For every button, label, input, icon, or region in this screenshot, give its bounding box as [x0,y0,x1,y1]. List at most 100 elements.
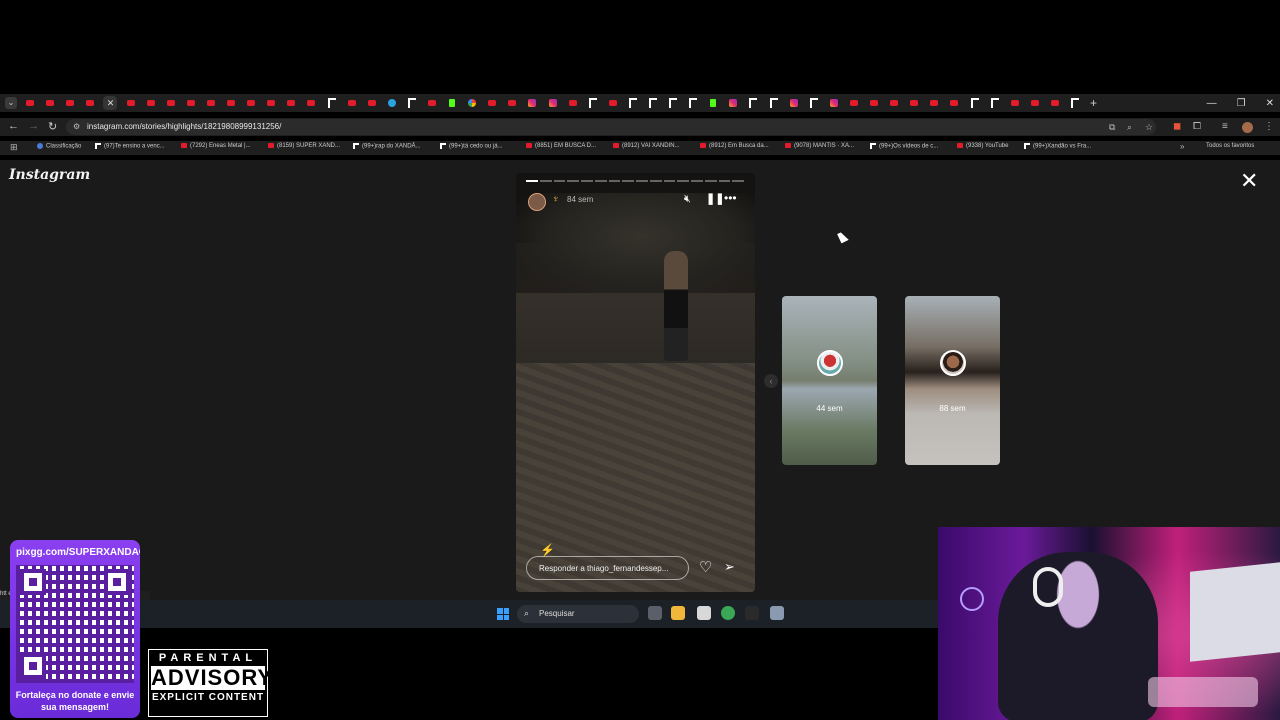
browser-tab[interactable] [43,96,57,110]
browser-tab[interactable] [244,96,258,110]
chrome-app[interactable] [721,606,735,620]
active-tab[interactable]: ✕ [103,96,118,110]
browser-tab[interactable] [425,96,439,110]
browser-tab[interactable] [867,96,881,110]
browser-tab[interactable] [546,96,560,110]
reply-input[interactable]: Responder a thiago_fernandessep... [526,556,689,580]
window-close-icon[interactable]: ✕ [1266,98,1274,109]
browser-tab[interactable] [827,96,841,110]
windows-start-icon[interactable] [497,608,509,620]
extensions-puzzle-icon[interactable]: ⧠ [1193,121,1201,132]
pause-icon[interactable]: ❚❚ [706,192,724,205]
new-tab-button[interactable]: + [1090,96,1097,110]
settings-app[interactable] [770,606,784,620]
browser-tab[interactable] [525,96,539,110]
bookmark-item[interactable]: (8912) VAI XANDIN... [613,143,680,149]
bookmark-item[interactable]: (99+)Os vídeos de c... [870,143,938,150]
browser-tab[interactable] [385,96,399,110]
browser-tab[interactable] [726,96,740,110]
browser-tab[interactable] [686,96,700,110]
reload-icon[interactable]: ↻ [48,120,57,133]
send-icon[interactable]: ➢ [724,559,735,575]
all-favorites-folder[interactable]: Todos os favoritos [1206,143,1254,149]
browser-tab[interactable] [1048,96,1062,110]
browser-tab[interactable] [405,96,419,110]
highlight-preview-1[interactable]: 44 sem [782,296,877,465]
bookmark-item[interactable]: (8912) Em Busca da... [700,143,769,149]
story-author-avatar[interactable] [528,193,546,211]
close-stories-icon[interactable]: ✕ [1240,170,1258,192]
browser-tab[interactable] [626,96,640,110]
taskbar-search[interactable]: ⌕ Pesquisar [517,605,639,623]
browser-tab[interactable] [706,96,720,110]
browser-tab[interactable] [284,96,298,110]
muted-speaker-icon[interactable]: 🔇︎ [684,193,691,206]
bookmark-item[interactable]: (7292) Eneas Metal |... [181,143,251,149]
tab-search-button[interactable]: ⌄ [5,97,17,109]
browser-tab[interactable] [325,96,339,110]
browser-tab[interactable] [847,96,861,110]
browser-tab[interactable] [586,96,600,110]
browser-tab[interactable] [465,96,479,110]
back-icon[interactable]: ← [8,120,19,132]
extension-icon[interactable]: ◼ [1173,121,1181,132]
restore-icon[interactable]: ❐ [1237,98,1246,109]
address-bar[interactable]: ⚙ instagram.com/stories/highlights/18219… [66,119,1156,135]
minimize-icon[interactable]: — [1207,98,1217,109]
browser-tab[interactable] [566,96,580,110]
browser-tab[interactable] [63,96,77,110]
media-control-icon[interactable]: ≡ [1222,121,1228,132]
browser-tab[interactable] [345,96,359,110]
browser-tab[interactable] [807,96,821,110]
heart-icon[interactable]: ♡ [699,558,712,576]
bookmarks-overflow-icon[interactable]: » [1180,142,1184,151]
browser-tab[interactable] [144,96,158,110]
bookmark-item[interactable]: (99+)rap do XANDÃ... [353,143,421,150]
task-view-app[interactable] [648,606,662,620]
browser-tab[interactable] [746,96,760,110]
browser-tab[interactable] [887,96,901,110]
close-tab-icon[interactable]: ✕ [107,98,115,109]
instagram-logo[interactable]: Instagram [9,167,90,183]
more-options-icon[interactable]: ••• [724,191,737,205]
browser-tab[interactable] [927,96,941,110]
browser-tab[interactable] [224,96,238,110]
browser-tab[interactable] [988,96,1002,110]
menu-kebab-icon[interactable]: ⋮ [1264,121,1274,132]
browser-tab[interactable] [304,96,318,110]
browser-tab[interactable] [365,96,379,110]
browser-tab[interactable] [787,96,801,110]
browser-tab[interactable] [666,96,680,110]
highlight-preview-2[interactable]: 88 sem [905,296,1000,465]
browser-tab[interactable] [606,96,620,110]
bookmark-item[interactable]: (9338) YouTube [957,143,1008,149]
file-explorer-app[interactable] [671,606,685,620]
obs-app[interactable] [745,606,759,620]
bookmark-item[interactable]: Classificação [37,143,81,150]
browser-tab[interactable] [184,96,198,110]
browser-tab[interactable] [445,96,459,110]
zoom-icon[interactable]: ⌕ [1127,122,1132,133]
install-icon[interactable]: ⧉ [1109,122,1115,133]
bookmark-item[interactable]: (99+)Xandão vs Fra... [1024,143,1091,150]
browser-tab[interactable] [485,96,499,110]
previous-story-icon[interactable]: ‹ [764,374,778,388]
browser-tab[interactable] [204,96,218,110]
profile-avatar[interactable] [1242,122,1253,133]
browser-tab[interactable] [164,96,178,110]
browser-tab[interactable] [505,96,519,110]
bookmark-item[interactable]: (9078) MANTIS · XA... [785,143,854,149]
bookmark-item[interactable]: (8159) SUPER XAND... [268,143,340,149]
site-info-icon[interactable]: ⚙ [73,122,80,131]
browser-tab[interactable] [968,96,982,110]
browser-tab[interactable] [1028,96,1042,110]
bookmark-item[interactable]: (99+)tá cedo ou já... [440,143,503,150]
bookmark-item[interactable]: (8851) EM BUSCA D... [526,143,596,149]
forward-icon[interactable]: → [28,120,39,132]
browser-tab[interactable] [646,96,660,110]
apps-grid-icon[interactable]: ⊞ [10,142,18,153]
browser-tab[interactable] [124,96,138,110]
bookmark-star-icon[interactable]: ☆ [1145,122,1153,133]
bookmark-item[interactable]: (97)Te ensino a venc... [95,143,165,150]
browser-tab[interactable] [1008,96,1022,110]
